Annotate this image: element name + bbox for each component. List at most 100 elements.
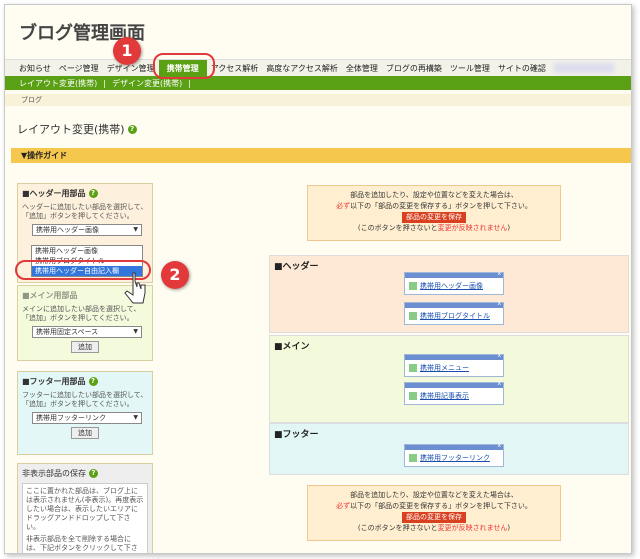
notice-line: 部品を追加したり、設定や位置などを変えた場合は、 <box>350 191 518 199</box>
menu-icon <box>409 364 417 372</box>
select-value: 携帯用ヘッダー画像 <box>36 226 99 234</box>
panel-title-text: ■ヘッダー用部品 <box>22 189 86 198</box>
widget-label[interactable]: 携帯用メニュー <box>420 363 469 373</box>
chevron-down-icon: ▼ <box>133 226 138 233</box>
pencil-icon <box>409 312 417 320</box>
save-notice-bottom: 部品を追加したり、設定や位置などを変えた場合は、 必ず以下の「部品の変更を保存す… <box>307 485 561 541</box>
help-icon[interactable]: ? <box>127 124 137 134</box>
widget-footer-link[interactable]: x 携帯用フッターリンク <box>404 442 504 467</box>
panel-title: 非表示部品の保存? <box>22 468 148 479</box>
notice-emphasis: 必ず <box>336 502 351 510</box>
select-value: 携帯用フッターリンク <box>36 414 106 422</box>
save-notice-top: 部品を追加したり、設定や位置などを変えた場合は、 必ず以下の「部品の変更を保存す… <box>307 185 561 241</box>
close-icon[interactable]: x <box>497 270 501 277</box>
help-icon[interactable]: ? <box>88 377 98 386</box>
widget-bar[interactable]: x <box>405 300 503 308</box>
close-icon[interactable]: x <box>497 300 501 307</box>
widget-menu[interactable]: x 携帯用メニュー <box>404 352 504 377</box>
blurred-nav-item <box>553 63 614 73</box>
article-icon <box>409 392 417 400</box>
nav-item-general[interactable]: 全体管理 <box>342 60 382 77</box>
notice-line: 必ず以下の「部品の変更を保存する」ボタンを押して下さい。 <box>308 501 560 512</box>
panel-desc: ヘッダーに追加したい部品を選択して、「追加」ボタンを押してください。 <box>22 203 148 220</box>
panel-title: ■ヘッダー用部品? <box>22 188 148 199</box>
footer-parts-panel: ■フッター用部品? フッターに追加したい部品を選択して、「追加」ボタンを押してく… <box>17 371 153 455</box>
widget-label[interactable]: 携帯用ヘッダー画像 <box>420 281 483 291</box>
close-icon[interactable]: x <box>497 442 501 449</box>
highlight-ring-mobile-tab <box>153 53 215 79</box>
notice-emphasis: 変更が反映されません <box>437 224 508 232</box>
panel-title-text: ■メイン用部品 <box>22 291 78 300</box>
dropdown-option[interactable]: 携帯用ヘッダー画像 <box>32 246 142 256</box>
widget-label[interactable]: 携帯用フッターリンク <box>420 453 490 463</box>
subnav-design[interactable]: デザイン変更(携帯) <box>112 78 182 89</box>
widget-bar[interactable]: x <box>405 442 503 450</box>
widget-bar[interactable]: x <box>405 270 503 278</box>
widget-header-image[interactable]: x 携帯用ヘッダー画像 <box>404 270 504 295</box>
select-value: 携帯用固定スペース <box>36 328 99 336</box>
notice-line: (このボタンを押さないと変更が反映されません) <box>308 523 560 534</box>
widget-bar[interactable]: x <box>405 352 503 360</box>
chevron-down-icon: ▼ <box>133 328 138 335</box>
sub-nav: レイアウト変更(携帯) | デザイン変更(携帯) | <box>5 76 631 90</box>
nav-item-view-site[interactable]: サイトの確認 <box>494 60 550 77</box>
panel-desc: ここに置かれた部品は、ブログ上には表示されません(非表示)。再度表示したい場合は… <box>26 487 144 531</box>
footer-parts-select[interactable]: 携帯用フッターリンク ▼ <box>32 412 142 424</box>
notice-emphasis: 必ず <box>336 202 351 210</box>
notice-text: (このボタンを押さないと <box>357 224 438 232</box>
notice-line: 部品を追加したり、設定や位置などを変えた場合は、 <box>350 491 518 499</box>
nav-item-rebuild[interactable]: ブログの再構築 <box>382 60 446 77</box>
notice-text: 以下の「部品の変更を保存する」ボタンを押して下さい。 <box>350 202 532 210</box>
main-add-button[interactable]: 追加 <box>71 341 99 353</box>
close-icon[interactable]: x <box>497 380 501 387</box>
panel-title: ■フッター用部品? <box>22 376 148 387</box>
mouse-cursor-icon <box>124 272 146 304</box>
close-icon[interactable]: x <box>497 352 501 359</box>
notice-text: 以下の「部品の変更を保存する」ボタンを押して下さい。 <box>350 502 532 510</box>
nav-item-pages[interactable]: ページ管理 <box>55 60 103 77</box>
header-layout-section: ■ヘッダー x 携帯用ヘッダー画像 x 携帯用ブログタイトル <box>269 255 629 333</box>
widget-article-view[interactable]: x 携帯用記事表示 <box>404 380 504 405</box>
notice-text: ) <box>507 524 511 532</box>
subnav-layout[interactable]: レイアウト変更(携帯) <box>19 78 97 89</box>
page-title: レイアウト変更(携帯) ? <box>17 121 137 137</box>
main-nav: お知らせ ページ管理 デザイン管理 携帯管理 アクセス解析 高度なアクセス解析 … <box>5 59 631 77</box>
save-changes-button[interactable]: 部品の変更を保存 <box>402 512 466 523</box>
hidden-parts-panel: 非表示部品の保存? ここに置かれた部品は、ブログ上には表示されません(非表示)。… <box>17 463 153 553</box>
header-parts-select[interactable]: 携帯用ヘッダー画像 ▼ <box>32 224 142 236</box>
nav-item-news[interactable]: お知らせ <box>15 60 55 77</box>
notice-text: ) <box>507 224 511 232</box>
operation-guide[interactable]: ▼操作ガイド <box>11 148 631 163</box>
help-icon[interactable]: ? <box>88 189 98 198</box>
widget-bar[interactable]: x <box>405 380 503 388</box>
widget-body: 携帯用記事表示 <box>405 388 503 404</box>
widget-body: 携帯用ブログタイトル <box>405 308 503 324</box>
nav-item-advanced-access[interactable]: 高度なアクセス解析 <box>262 60 342 77</box>
callout-badge-2: 2 <box>161 261 189 289</box>
chevron-down-icon: ▼ <box>133 414 138 421</box>
widget-body: 携帯用フッターリンク <box>405 450 503 466</box>
panel-desc: フッターに追加したい部品を選択して、「追加」ボタンを押してください。 <box>22 391 148 408</box>
widget-label[interactable]: 携帯用記事表示 <box>420 391 469 401</box>
help-icon[interactable]: ? <box>89 469 98 478</box>
notice-line: 必ず以下の「部品の変更を保存する」ボタンを押して下さい。 <box>308 201 560 212</box>
section-title: ■メイン <box>274 342 310 352</box>
image-icon <box>409 282 417 290</box>
widget-label[interactable]: 携帯用ブログタイトル <box>420 311 490 321</box>
main-parts-select[interactable]: 携帯用固定スペース ▼ <box>32 326 142 338</box>
hidden-parts-dropzone[interactable]: ここに置かれた部品は、ブログ上には表示されません(非表示)。再度表示したい場合は… <box>22 483 148 553</box>
panel-title-text: 非表示部品の保存 <box>22 469 86 478</box>
panel-desc: 非表示部品を全て削除する場合には、下記ボタンをクリックして下さい。 <box>26 535 138 552</box>
notice-emphasis: 変更が反映されません <box>437 524 508 532</box>
footer-layout-section: ■フッター x 携帯用フッターリンク <box>269 423 629 475</box>
save-changes-button[interactable]: 部品の変更を保存 <box>402 212 466 223</box>
footer-add-button[interactable]: 追加 <box>71 427 99 439</box>
nav-item-access[interactable]: アクセス解析 <box>207 60 263 77</box>
widget-blog-title[interactable]: x 携帯用ブログタイトル <box>404 300 504 325</box>
link-icon <box>409 454 417 462</box>
breadcrumb[interactable]: ブログ <box>5 94 631 106</box>
browser-frame: ブログ管理画面 お知らせ ページ管理 デザイン管理 携帯管理 アクセス解析 高度… <box>4 4 632 554</box>
nav-item-tools[interactable]: ツール管理 <box>446 60 494 77</box>
page-title-text: レイアウト変更(携帯) <box>17 123 125 136</box>
widget-body: 携帯用ヘッダー画像 <box>405 278 503 294</box>
